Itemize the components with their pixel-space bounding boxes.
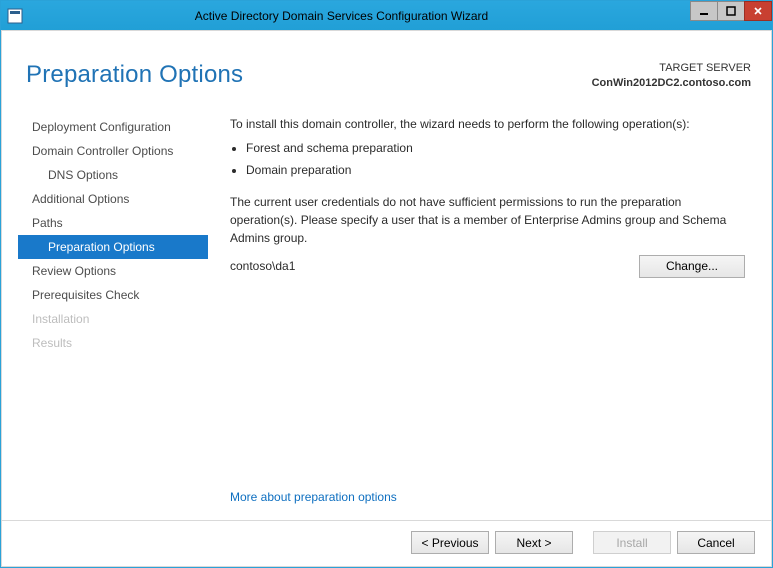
cancel-button[interactable]: Cancel [677,531,755,554]
install-button: Install [593,531,671,554]
nav-results: Results [18,331,208,355]
nav-deployment-configuration[interactable]: Deployment Configuration [18,115,208,139]
nav-dns-options[interactable]: DNS Options [18,163,208,187]
nav-preparation-options[interactable]: Preparation Options [18,235,208,259]
nav-prerequisites-check[interactable]: Prerequisites Check [18,283,208,307]
target-server-label: TARGET SERVER [592,61,751,76]
nav-installation: Installation [18,307,208,331]
content-pane: To install this domain controller, the w… [208,111,755,490]
window-buttons [691,1,772,21]
titlebar: Active Directory Domain Services Configu… [1,1,772,30]
bullet-forest-schema: Forest and schema preparation [246,139,745,157]
wizard-window: Active Directory Domain Services Configu… [0,0,773,568]
nav-review-options[interactable]: Review Options [18,259,208,283]
maximize-button[interactable] [717,1,745,21]
previous-button[interactable]: < Previous [411,531,489,554]
nav-paths[interactable]: Paths [18,211,208,235]
next-button[interactable]: Next > [495,531,573,554]
operation-list: Forest and schema preparation Domain pre… [246,139,745,179]
client-area: Preparation Options TARGET SERVER ConWin… [1,30,772,567]
target-server-name: ConWin2012DC2.contoso.com [592,76,751,91]
close-button[interactable] [744,1,772,21]
target-server-block: TARGET SERVER ConWin2012DC2.contoso.com [592,61,751,91]
footer-buttons: < Previous Next > Install Cancel [2,520,771,566]
app-icon [7,8,23,24]
nav-domain-controller-options[interactable]: Domain Controller Options [18,139,208,163]
minimize-button[interactable] [690,1,718,21]
change-credentials-button[interactable]: Change... [639,255,745,278]
page-title: Preparation Options [26,61,243,89]
bullet-domain-preparation: Domain preparation [246,161,745,179]
intro-text: To install this domain controller, the w… [230,115,745,133]
nav-additional-options[interactable]: Additional Options [18,187,208,211]
credential-value: contoso\da1 [230,257,295,275]
window-title: Active Directory Domain Services Configu… [31,9,772,23]
more-about-link[interactable]: More about preparation options [230,490,755,504]
permissions-warning: The current user credentials do not have… [230,193,745,247]
wizard-sidebar: Deployment Configuration Domain Controll… [18,111,208,490]
